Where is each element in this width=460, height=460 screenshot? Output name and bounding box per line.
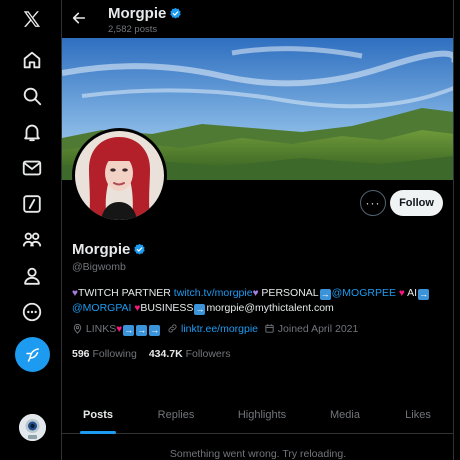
following-link[interactable]: 596 Following <box>72 348 137 360</box>
bio-text: TWITCH PARTNER <box>77 287 174 299</box>
business-email: morgpie@mythictalent.com <box>206 302 334 314</box>
tab-replies[interactable]: Replies <box>138 396 214 434</box>
header-name-text: Morgpie <box>108 5 167 22</box>
tab-label: Likes <box>405 409 431 421</box>
more-options-button[interactable]: ··· <box>360 190 386 216</box>
join-date: Joined April 2021 <box>277 323 359 335</box>
tab-label: Posts <box>83 409 113 421</box>
tab-media[interactable]: Media <box>310 396 380 434</box>
account-avatar[interactable] <box>19 414 46 441</box>
left-nav-rail <box>0 0 62 460</box>
search-icon[interactable] <box>21 85 43 107</box>
right-arrow-icon: → <box>194 304 206 315</box>
compose-post-button[interactable] <box>15 337 50 372</box>
grok-icon[interactable] <box>21 193 43 215</box>
user-handle: @Bigwomb <box>72 261 126 273</box>
tab-highlights[interactable]: Highlights <box>222 396 302 434</box>
calendar-icon <box>264 323 275 335</box>
right-arrow-icon: → <box>136 325 148 336</box>
header-name: Morgpie <box>108 5 182 24</box>
verified-badge-icon <box>169 7 182 24</box>
bio-text: PERSONAL <box>258 287 319 299</box>
right-arrow-icon: → <box>418 289 430 300</box>
followers-label: Followers <box>185 348 231 360</box>
home-icon[interactable] <box>21 49 43 71</box>
location-text: LINKS <box>85 323 117 335</box>
notifications-icon[interactable] <box>21 121 43 143</box>
tab-posts[interactable]: Posts <box>62 396 134 434</box>
communities-icon[interactable] <box>21 229 43 251</box>
tab-label: Media <box>330 409 360 421</box>
link-icon <box>167 323 178 335</box>
verified-badge-icon <box>133 243 146 260</box>
display-name-text: Morgpie <box>72 241 131 258</box>
feed-error-message: Something went wrong. Try reloading. <box>169 448 347 460</box>
more-icon[interactable] <box>21 301 43 323</box>
profile-avatar[interactable] <box>72 128 167 223</box>
profile-bio: ♥TWITCH PARTNER twitch.tv/morgpie♥ PERSO… <box>72 286 442 316</box>
tab-label: Highlights <box>237 409 287 421</box>
post-count: 2,582 posts <box>108 24 158 35</box>
tab-likes[interactable]: Likes <box>384 396 452 434</box>
right-arrow-icon: → <box>123 325 135 336</box>
x-logo-icon[interactable] <box>21 9 43 31</box>
display-name: Morgpie <box>72 241 146 260</box>
messages-icon[interactable] <box>21 157 43 179</box>
ai-account-link[interactable]: @MORGPAI <box>72 302 131 314</box>
website-link[interactable]: linktr.ee/morgpie <box>181 323 258 335</box>
follow-stats: 596 Following 434.7K Followers <box>72 348 231 360</box>
profile-header-bar: Morgpie 2,582 posts <box>62 0 453 38</box>
profile-icon[interactable] <box>21 265 43 287</box>
red-heart-icon: ♥ <box>116 324 123 335</box>
profile-tabs: Posts Replies Highlights Media Likes <box>62 396 453 434</box>
bio-text: BUSINESS <box>140 302 194 314</box>
profile-main-column: Morgpie 2,582 posts ··· Follow Morgpie @… <box>62 0 454 460</box>
twitch-link[interactable]: twitch.tv/morgpie <box>174 287 253 299</box>
personal-account-link[interactable]: @MOGRPEE <box>332 287 396 299</box>
followers-link[interactable]: 434.7K Followers <box>149 348 231 360</box>
profile-meta-row: LINKS♥ → → → linktr.ee/morgpie Joined April… <box>72 323 358 336</box>
right-arrow-icon: → <box>149 325 161 336</box>
following-count: 596 <box>72 348 90 360</box>
bio-text: AI <box>404 287 418 299</box>
right-arrow-icon: → <box>319 289 331 300</box>
feather-icon <box>25 347 39 362</box>
followers-count: 434.7K <box>148 348 183 360</box>
follow-button[interactable]: Follow <box>390 190 443 216</box>
location-icon <box>72 323 83 335</box>
following-label: Following <box>92 348 137 360</box>
tab-label: Replies <box>157 409 195 421</box>
back-arrow-icon[interactable] <box>71 10 87 26</box>
active-tab-indicator <box>80 431 116 434</box>
